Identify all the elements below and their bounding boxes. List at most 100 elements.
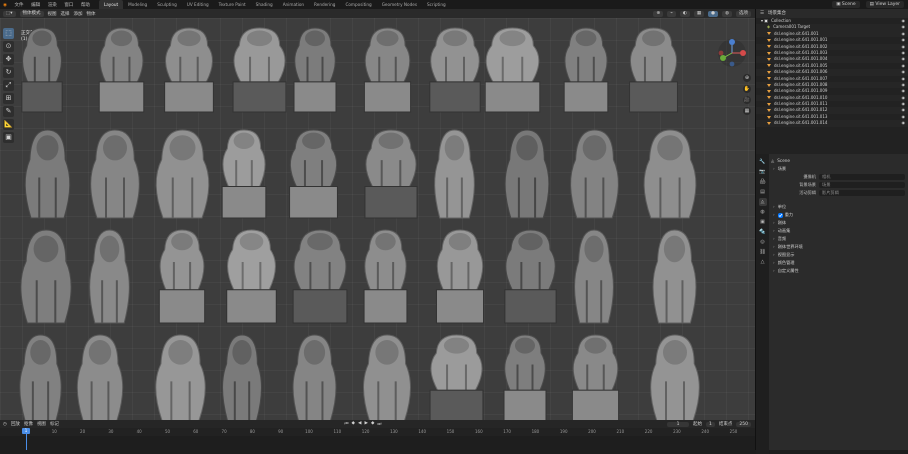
lion-sculpture[interactable]	[289, 129, 338, 219]
lion-sculpture[interactable]	[155, 334, 206, 420]
mode-selector[interactable]: 物体模式	[19, 10, 44, 17]
section-gravity[interactable]: 重力	[771, 211, 905, 219]
gravity-checkbox[interactable]	[777, 212, 783, 218]
view-layer-selector[interactable]: ▤ View Layer	[865, 1, 904, 8]
play-reverse-icon[interactable]: ◀	[358, 421, 361, 427]
menu-edit[interactable]: 编辑	[28, 3, 43, 8]
output-tab-icon[interactable]: 🖨	[759, 178, 767, 186]
modifier-tab-icon[interactable]: 🔩	[759, 228, 767, 236]
lion-sculpture[interactable]	[20, 229, 72, 324]
section-units[interactable]: 单位	[771, 203, 905, 211]
object-tab-icon[interactable]: ▣	[759, 218, 767, 226]
menu-render[interactable]: 渲染	[45, 3, 60, 8]
jump-end-icon[interactable]: ⏭	[377, 421, 381, 427]
lion-sculpture[interactable]	[571, 334, 620, 420]
lion-sculpture[interactable]	[429, 27, 481, 113]
lion-sculpture[interactable]	[363, 334, 411, 420]
menu-keying[interactable]: 抠像	[24, 421, 33, 427]
3d-viewport[interactable]: ⬚ ⊙ ✥ ↻ ⤢ ⊞ ✎ 📐 ▣ 正交前视图 (1) Cabinet Flat…	[0, 18, 755, 420]
lion-sculpture[interactable]	[429, 334, 484, 420]
tab-rendering[interactable]: Rendering	[309, 0, 340, 9]
tab-uv-editing[interactable]: UV Editing	[182, 0, 214, 9]
lion-sculpture[interactable]	[504, 229, 557, 324]
jump-start-icon[interactable]: ⏮	[344, 421, 348, 427]
bg-scene-field[interactable]: 场景	[819, 182, 905, 188]
lion-sculpture[interactable]	[504, 129, 550, 219]
active-clip-field[interactable]: 影片剪辑	[819, 190, 905, 196]
lion-sculpture[interactable]	[24, 129, 71, 219]
menu-add[interactable]: 添加	[74, 11, 83, 17]
tab-layout[interactable]: Layout	[98, 0, 124, 9]
lion-sculpture[interactable]	[652, 229, 697, 324]
prev-key-icon[interactable]: ◆	[352, 421, 355, 427]
lion-sculpture[interactable]	[434, 129, 475, 219]
menu-object[interactable]: 物体	[87, 11, 96, 17]
tool-tab-icon[interactable]: 🔧	[759, 158, 767, 166]
outliner-object-row[interactable]: dsl.engine.sit.641.001.014 ◉	[756, 120, 908, 127]
blender-logo-icon[interactable]: ◉	[0, 3, 10, 8]
lion-sculpture[interactable]	[364, 129, 418, 219]
menu-window[interactable]: 窗口	[61, 3, 76, 8]
view-layer-tab-icon[interactable]: ▤	[759, 188, 767, 196]
menu-help[interactable]: 帮助	[78, 3, 93, 8]
end-frame-field[interactable]: 250	[736, 421, 751, 427]
lion-sculpture[interactable]	[164, 27, 214, 113]
physics-tab-icon[interactable]: ◎	[759, 238, 767, 246]
lion-sculpture[interactable]	[158, 229, 206, 324]
lion-sculpture[interactable]	[292, 229, 348, 324]
lion-sculpture[interactable]	[98, 27, 145, 113]
timeline-editor-icon[interactable]: ◷	[3, 422, 7, 427]
lion-sculpture[interactable]	[503, 334, 547, 420]
lion-sculpture[interactable]	[484, 27, 541, 113]
menu-file[interactable]: 文件	[12, 3, 27, 8]
tab-shading[interactable]: Shading	[251, 0, 278, 9]
outliner-editor-icon[interactable]: ☰	[760, 9, 764, 18]
tab-geometry-nodes[interactable]: Geometry Nodes	[377, 0, 422, 9]
lion-sculpture[interactable]	[574, 229, 614, 324]
lion-sculpture[interactable]	[292, 334, 337, 420]
lion-sculpture[interactable]	[155, 129, 210, 219]
section-color-management[interactable]: 颜色管理	[771, 259, 905, 267]
playhead-frame-badge[interactable]: 1	[22, 428, 30, 434]
shading-solid-button[interactable]: ●	[708, 10, 719, 17]
xray-button[interactable]: ▦	[693, 10, 705, 17]
render-tab-icon[interactable]: 📷	[759, 168, 767, 176]
lion-sculpture[interactable]	[221, 129, 267, 219]
scene-tab-icon[interactable]: ◬	[758, 198, 767, 206]
lion-sculpture[interactable]	[21, 27, 63, 113]
lion-sculpture[interactable]	[563, 27, 609, 113]
lion-sculpture[interactable]	[90, 129, 140, 219]
tab-texture-paint[interactable]: Texture Paint	[214, 0, 251, 9]
play-icon[interactable]: ▶	[364, 421, 367, 427]
overlay-button[interactable]: ◐	[679, 10, 690, 17]
lion-sculpture[interactable]	[89, 229, 130, 324]
lion-sculpture[interactable]	[570, 129, 619, 219]
scene-selector[interactable]: ▣ Scene	[832, 1, 860, 8]
section-keying-sets[interactable]: 动画集	[771, 227, 905, 235]
section-custom-properties[interactable]: 自定义属性	[771, 267, 905, 275]
lion-sculpture[interactable]	[435, 229, 485, 324]
menu-playback[interactable]: 回放	[11, 421, 20, 427]
frame-ruler[interactable]: 0102030405060708090100110120130140150160…	[0, 428, 755, 436]
lion-sculpture[interactable]	[226, 229, 277, 324]
lion-sculpture[interactable]	[76, 334, 124, 420]
lion-sculpture[interactable]	[629, 27, 678, 113]
lion-sculpture[interactable]	[650, 334, 700, 420]
next-key-icon[interactable]: ◆	[371, 421, 374, 427]
data-tab-icon[interactable]: △	[759, 258, 767, 266]
lion-sculpture[interactable]	[363, 27, 412, 113]
lion-sculpture[interactable]	[293, 27, 337, 113]
shading-material-button[interactable]: ◍	[722, 10, 732, 17]
tab-sculpting[interactable]: Sculpting	[152, 0, 182, 9]
lion-sculpture[interactable]	[643, 129, 697, 219]
lion-sculpture[interactable]	[232, 27, 287, 113]
section-viewport-display[interactable]: 视图显示	[771, 251, 905, 259]
menu-view[interactable]: 视图	[48, 11, 57, 17]
tab-compositing[interactable]: Compositing	[340, 0, 376, 9]
lion-sculpture[interactable]	[363, 229, 408, 324]
camera-field[interactable]: 相机	[819, 174, 905, 180]
menu-marker[interactable]: 标记	[50, 421, 59, 427]
eye-icon[interactable]: ◉	[902, 120, 906, 126]
section-rigid-body[interactable]: 刚体	[771, 219, 905, 227]
editor-type-button[interactable]: ⬚▾	[3, 10, 16, 17]
